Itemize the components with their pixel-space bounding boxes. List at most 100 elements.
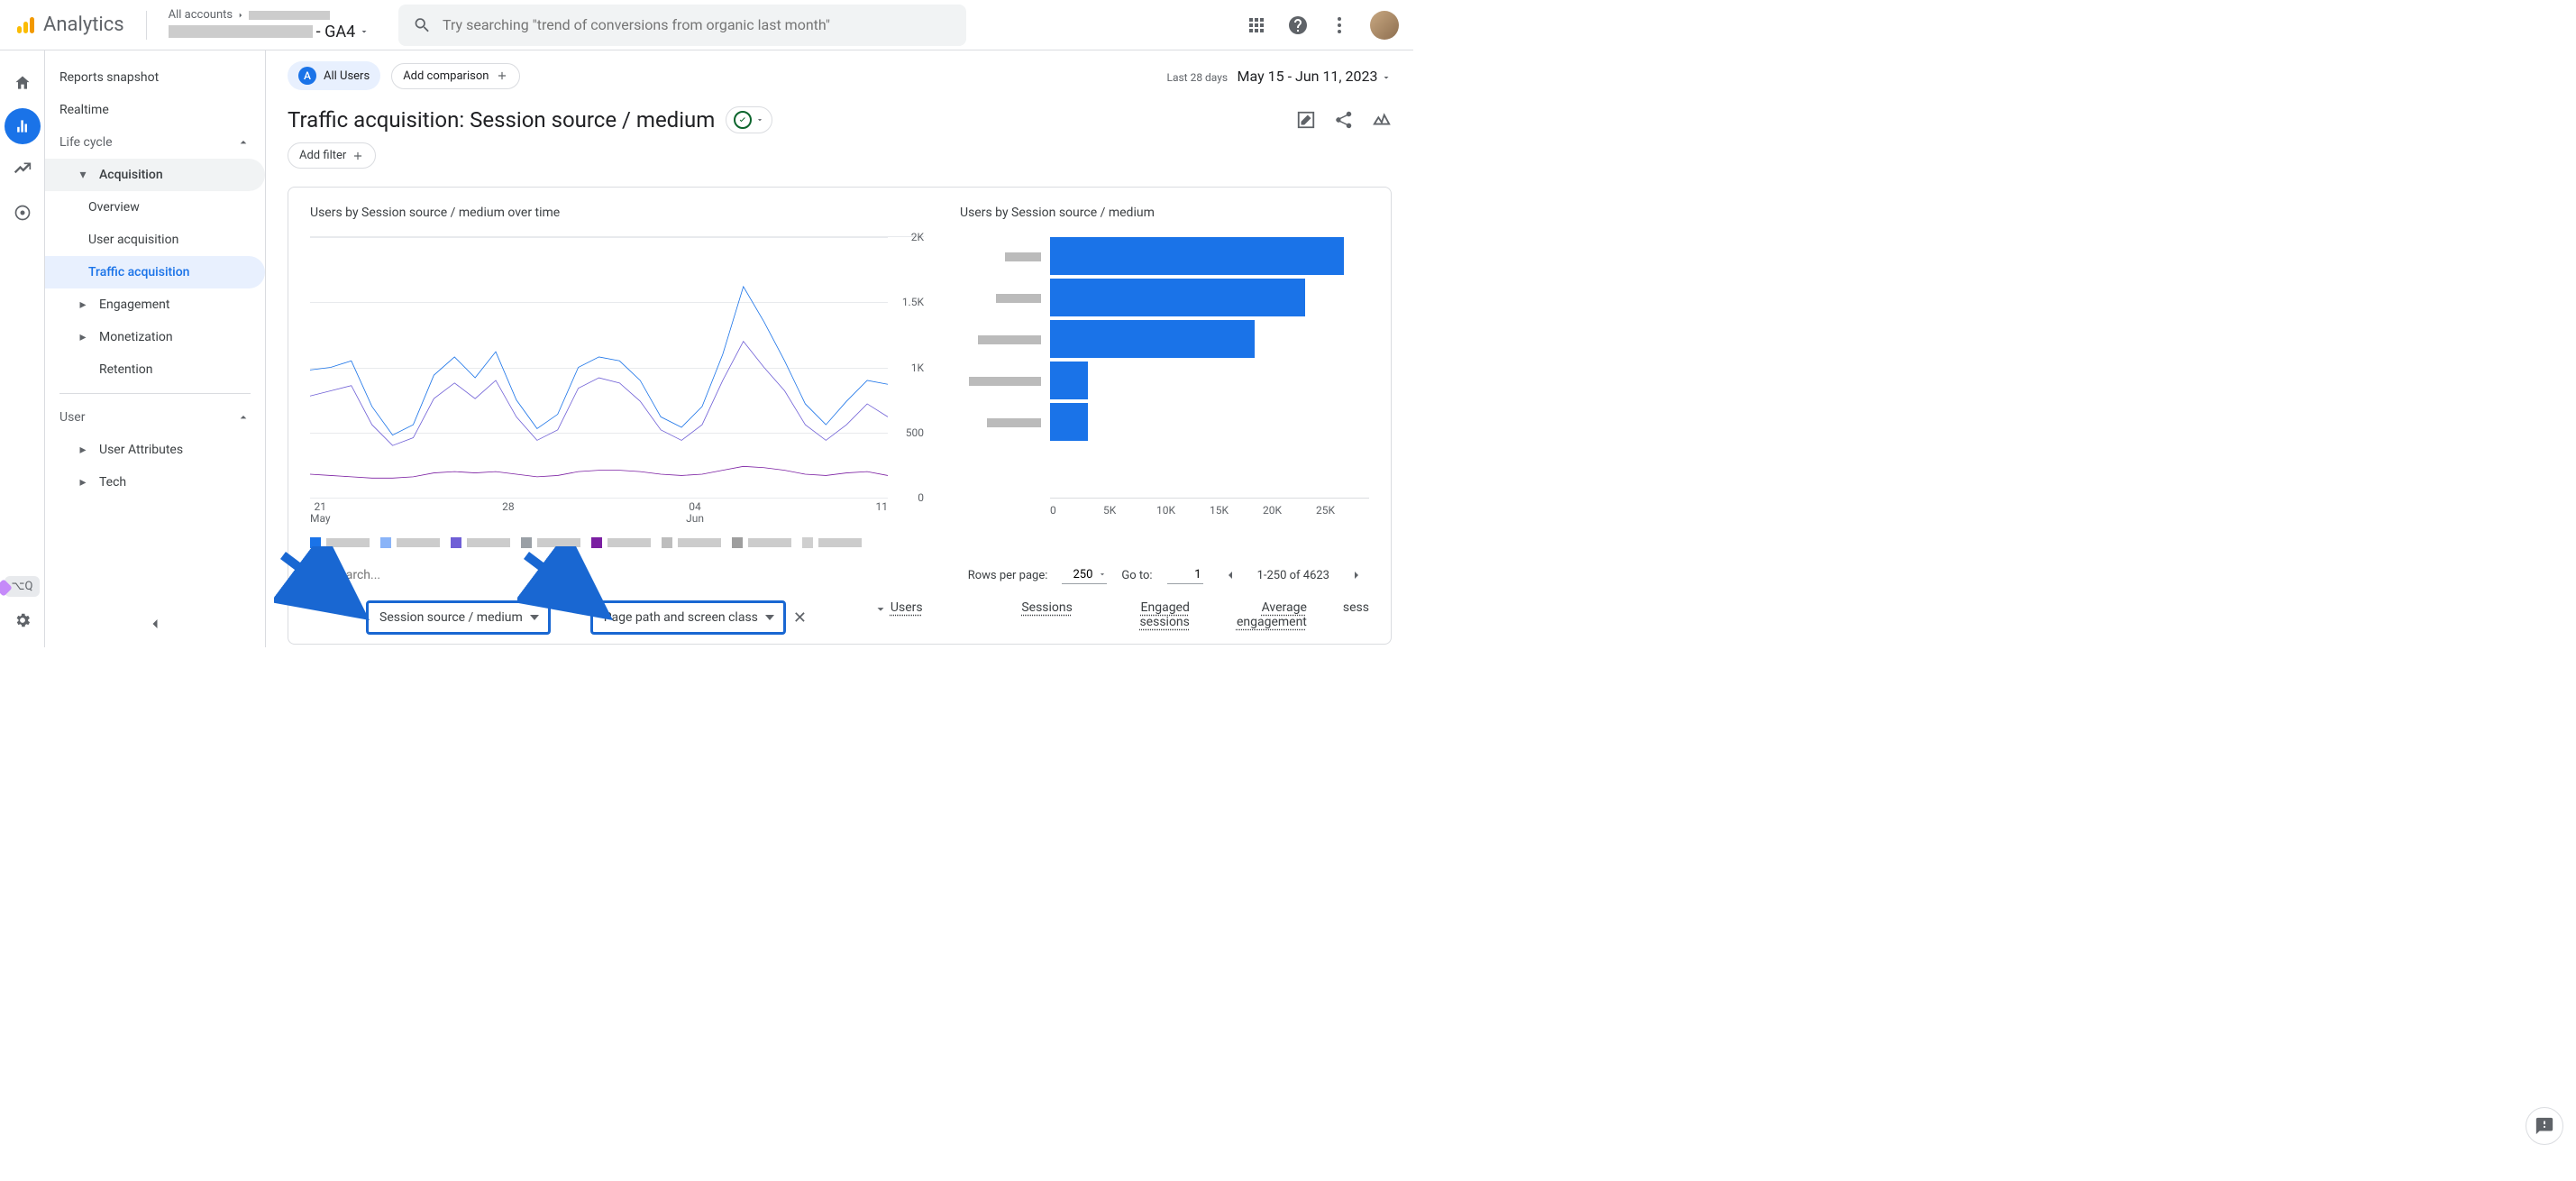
bar-fill <box>1050 237 1344 275</box>
bar-x-tick: 10K <box>1156 504 1210 517</box>
bar-chart <box>960 236 1369 498</box>
plus-icon <box>496 69 508 82</box>
search-input[interactable] <box>443 16 952 33</box>
metric-overflow: sess <box>1343 600 1369 629</box>
header-divider <box>146 11 147 40</box>
sidebar-retention[interactable]: ▸Retention <box>45 353 265 386</box>
sidebar-section-lifecycle[interactable]: Life cycle <box>45 126 265 159</box>
user-label: User <box>59 410 85 425</box>
metric-avg-bottom: engagement <box>1237 615 1307 629</box>
collapse-sidebar-button[interactable] <box>141 609 169 638</box>
search-box[interactable] <box>398 5 966 46</box>
legend-item[interactable] <box>802 537 862 548</box>
prev-page-button[interactable] <box>1218 563 1243 588</box>
date-range-picker[interactable]: Last 28 days May 15 - Jun 11, 2023 <box>1166 68 1392 85</box>
legend-item[interactable] <box>521 537 580 548</box>
line-chart-svg <box>310 237 888 498</box>
metric-users[interactable]: Users <box>874 600 955 629</box>
goto-input[interactable] <box>1167 566 1203 584</box>
sidebar-realtime[interactable]: Realtime <box>45 94 265 126</box>
insights-icon[interactable] <box>1372 110 1392 130</box>
secondary-dimension-selector[interactable]: Page path and screen class <box>590 600 786 635</box>
bar-track <box>1050 320 1369 360</box>
sidebar-overview[interactable]: Overview <box>45 191 265 224</box>
sidebar-reports-snapshot[interactable]: Reports snapshot <box>45 61 265 94</box>
caret-down-icon <box>755 115 764 124</box>
primary-dimension-selector[interactable]: Session source / medium <box>366 600 551 635</box>
bar-track <box>1050 403 1369 443</box>
sidebar-section-user[interactable]: User <box>45 401 265 434</box>
rail-reports[interactable] <box>5 108 41 144</box>
legend-item[interactable] <box>380 537 440 548</box>
search-icon <box>413 15 432 35</box>
bar-label-redacted <box>960 252 1041 261</box>
bar-row <box>960 236 1369 278</box>
rows-per-page-label: Rows per page: <box>968 569 1048 582</box>
chevron-up-icon <box>236 135 251 150</box>
sidebar-traffic-acquisition[interactable]: Traffic acquisition <box>45 256 265 288</box>
bar-label-redacted <box>960 418 1041 427</box>
caret-down-icon <box>1381 72 1392 83</box>
more-vert-icon[interactable] <box>1329 14 1350 36</box>
sidebar-acquisition[interactable]: ▾Acquisition <box>45 159 265 191</box>
bar-row <box>960 361 1369 402</box>
legend-swatch <box>732 537 743 548</box>
product-logo[interactable]: Analytics <box>14 14 124 36</box>
bar-chart-title: Users by Session source / medium <box>960 206 1369 220</box>
feedback-button[interactable] <box>2526 1107 2563 1145</box>
rail-explore[interactable] <box>5 151 41 188</box>
legend-label-redacted <box>537 538 580 547</box>
account-selector[interactable]: All accounts - GA4 <box>169 8 370 41</box>
add-filter-button[interactable]: Add filter <box>288 142 376 169</box>
bar-fill <box>1050 362 1088 399</box>
rows-per-page-select[interactable] <box>1062 566 1107 584</box>
acquisition-label: Acquisition <box>99 168 163 182</box>
metric-avg-engagement[interactable]: Averageengagement <box>1226 600 1307 629</box>
line-x-axis: 21May 28 04Jun 11 <box>310 501 888 525</box>
check-circle-icon <box>734 111 752 129</box>
bar-track <box>1050 237 1369 277</box>
pagination-range: 1-250 of 4623 <box>1257 569 1329 582</box>
help-icon[interactable] <box>1287 14 1309 36</box>
metric-sessions[interactable]: Sessions <box>991 600 1073 629</box>
avatar[interactable] <box>1370 11 1399 40</box>
legend-swatch <box>591 537 602 548</box>
legend-item[interactable] <box>451 537 510 548</box>
rail-admin[interactable] <box>5 602 41 638</box>
caret-down-icon <box>1098 570 1107 579</box>
chevron-right-icon <box>236 11 245 20</box>
next-page-button[interactable] <box>1344 563 1369 588</box>
x-tick: 28 <box>502 500 515 513</box>
keyboard-shortcut-pill[interactable]: ⌥Q <box>5 576 41 597</box>
bar-x-tick: 15K <box>1210 504 1263 517</box>
sort-desc-icon <box>874 600 887 613</box>
sidebar-engagement[interactable]: ▸Engagement <box>45 288 265 321</box>
comparison-all-users[interactable]: A All Users <box>288 61 380 90</box>
legend-item[interactable] <box>591 537 651 548</box>
rail-home[interactable] <box>5 65 41 101</box>
chevron-left-icon <box>146 615 164 633</box>
sidebar-tech[interactable]: ▸Tech <box>45 466 265 499</box>
sidebar-user-acquisition[interactable]: User acquisition <box>45 224 265 256</box>
metric-headers: Users Sessions Engagedsessions Averageen… <box>874 600 1369 629</box>
line-chart-title: Users by Session source / medium over ti… <box>310 206 924 220</box>
table-search[interactable] <box>310 567 422 583</box>
add-comparison-button[interactable]: Add comparison <box>391 63 520 89</box>
remove-secondary-dimension[interactable]: ✕ <box>793 609 807 627</box>
customize-report-icon[interactable] <box>1296 110 1316 130</box>
header-actions <box>1246 11 1399 40</box>
legend-item[interactable] <box>732 537 791 548</box>
title-status-chip[interactable] <box>726 106 772 133</box>
table-search-input[interactable] <box>332 568 422 582</box>
sidebar-monetization[interactable]: ▸Monetization <box>45 321 265 353</box>
share-icon[interactable] <box>1334 110 1354 130</box>
apps-icon[interactable] <box>1246 14 1267 36</box>
metric-engaged-sessions[interactable]: Engagedsessions <box>1109 600 1190 629</box>
bar-track <box>1050 362 1369 401</box>
legend-item[interactable] <box>662 537 721 548</box>
legend-item[interactable] <box>310 537 370 548</box>
rail-advertising[interactable] <box>5 195 41 231</box>
legend-label-redacted <box>678 538 721 547</box>
x-tick-sub: May <box>310 512 331 525</box>
sidebar-user-attributes[interactable]: ▸User Attributes <box>45 434 265 466</box>
